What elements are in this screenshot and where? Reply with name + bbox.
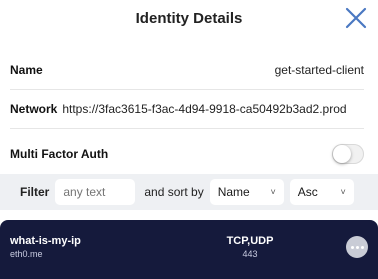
chevron-down-icon: ˅: [270, 187, 276, 197]
toggle-knob: [333, 145, 351, 163]
sort-by-value: Name: [217, 185, 250, 199]
filter-bar: Filter and sort by Name ˅ Asc ˅: [0, 174, 378, 210]
close-icon: [345, 7, 367, 29]
service-host: eth0.me: [10, 249, 43, 259]
chevron-down-icon: ˅: [340, 187, 346, 197]
sort-label: and sort by: [144, 185, 204, 199]
service-port: 443: [242, 249, 258, 259]
close-button[interactable]: [344, 6, 368, 30]
more-dot: [355, 245, 359, 249]
name-label: Name: [10, 62, 43, 77]
header: Identity Details: [0, 0, 378, 40]
services-list: what-is-my-ip eth0.me TCP,UDP 443: [0, 220, 378, 279]
sort-order-value: Asc: [297, 185, 318, 199]
mfa-label: Multi Factor Auth: [10, 147, 109, 161]
more-dots-icon: [350, 245, 354, 249]
name-row: Name get-started-client: [10, 50, 364, 90]
service-name: what-is-my-ip: [10, 235, 81, 247]
filter-label: Filter: [20, 185, 50, 199]
mfa-toggle[interactable]: [332, 144, 364, 164]
more-options-button[interactable]: [346, 236, 368, 258]
sort-by-select[interactable]: Name ˅: [209, 179, 284, 205]
page-title: Identity Details: [135, 10, 243, 27]
mfa-row: Multi Factor Auth: [10, 134, 364, 174]
network-row: Network https://3fac3615-f3ac-4d94-9918-…: [10, 89, 364, 129]
network-value: https://3fac3615-f3ac-4d94-9918-ca50492b…: [62, 101, 347, 116]
network-label: Network: [10, 101, 58, 116]
sort-order-select[interactable]: Asc ˅: [289, 179, 354, 205]
more-dot: [360, 245, 364, 249]
name-value: get-started-client: [274, 62, 364, 77]
service-protocol: TCP,UDP: [226, 235, 274, 247]
filter-input[interactable]: [55, 179, 136, 205]
